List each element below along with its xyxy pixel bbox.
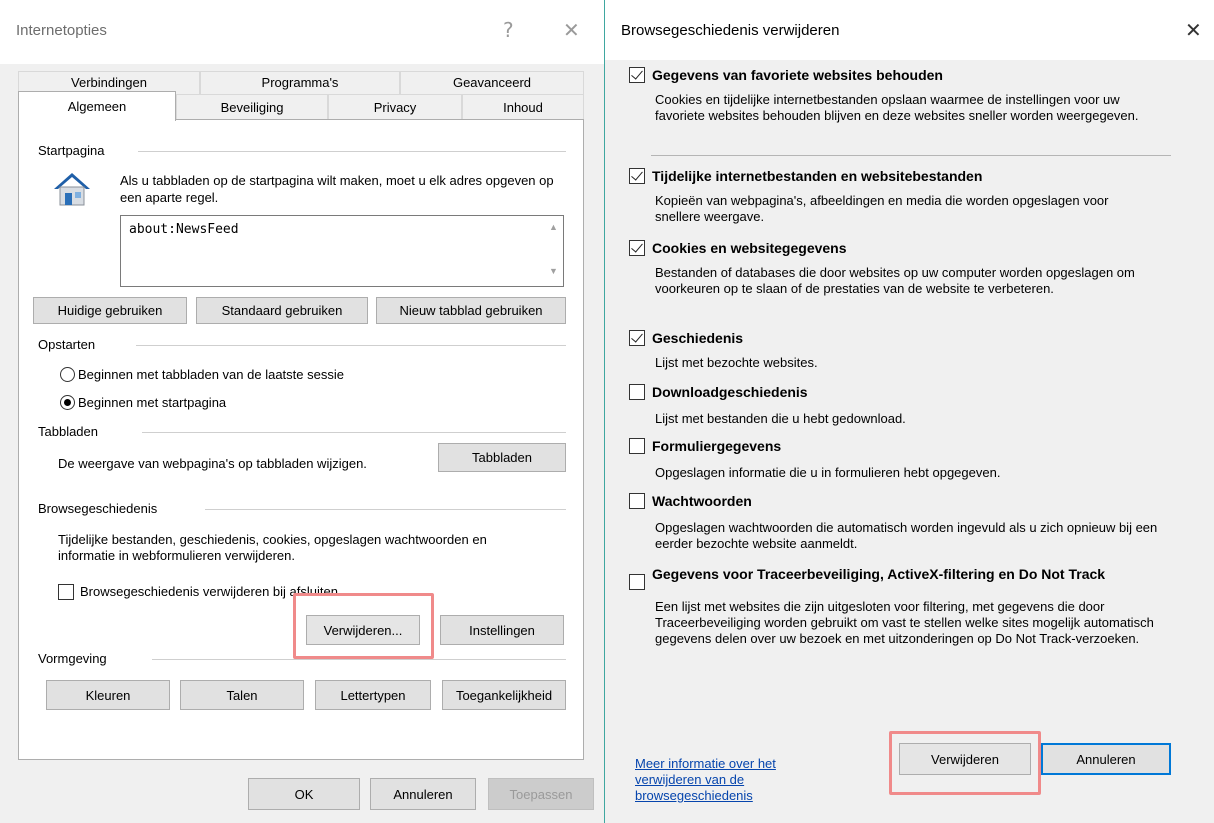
tabs-settings-button[interactable]: Tabbladen (438, 443, 566, 472)
use-new-tab-button[interactable]: Nieuw tabblad gebruiken (376, 297, 566, 324)
temp-files-checkbox[interactable] (629, 168, 645, 184)
divider (152, 659, 566, 660)
tabbladen-heading: Tabbladen (38, 424, 98, 439)
option-title: Formuliergegevens (652, 438, 782, 454)
tab-geavanceerd[interactable]: Geavanceerd (400, 71, 584, 95)
help-button[interactable]: ? (503, 18, 514, 42)
apply-button[interactable]: Toepassen (488, 778, 594, 810)
close-icon[interactable]: ✕ (1185, 18, 1202, 42)
internet-options-dialog: Internetopties ? ✕ Verbindingen Programm… (0, 0, 604, 823)
option-title: Cookies en websitegegevens (652, 240, 847, 256)
colors-button[interactable]: Kleuren (46, 680, 170, 710)
form-data-checkbox[interactable] (629, 438, 645, 454)
option-title: Gegevens van favoriete websites behouden (652, 67, 943, 83)
radio-last-session[interactable] (60, 367, 75, 382)
radio-last-session-label: Beginnen met tabbladen van de laatste se… (78, 367, 344, 382)
scrollbar[interactable]: ▲ ▼ (545, 216, 563, 286)
dialog-title: Browsegeschiedenis verwijderen (621, 22, 840, 39)
option-description: Lijst met bezochte websites. (655, 355, 818, 370)
use-default-button[interactable]: Standaard gebruiken (196, 297, 368, 324)
delete-browsing-history-dialog: Browsegeschiedenis verwijderen ✕ Gegeven… (604, 0, 1214, 823)
title-bar: Browsegeschiedenis verwijderen ✕ (605, 0, 1214, 60)
divider (142, 432, 566, 433)
startpagina-description: Als u tabbladen op de startpagina wilt m… (120, 173, 554, 205)
delete-on-exit-checkbox[interactable] (58, 584, 74, 600)
startpage-url-textarea[interactable]: about:NewsFeed ▲ ▼ (120, 215, 564, 287)
option-description: Opgeslagen wachtwoorden die automatisch … (655, 520, 1158, 551)
option-description: Cookies en tijdelijke internetbestanden … (655, 92, 1139, 123)
startpagina-heading: Startpagina (38, 143, 105, 158)
option-title: Wachtwoorden (652, 493, 752, 509)
ok-button[interactable]: OK (248, 778, 360, 810)
title-bar: Internetopties ? ✕ (0, 0, 604, 64)
delete-button[interactable]: Verwijderen (899, 743, 1031, 775)
browsegeschiedenis-heading: Browsegeschiedenis (38, 501, 158, 516)
option-title: Geschiedenis (652, 330, 744, 346)
divider (138, 151, 566, 152)
use-current-button[interactable]: Huidige gebruiken (33, 297, 187, 324)
tab-inhoud[interactable]: Inhoud (462, 94, 584, 120)
history-settings-button[interactable]: Instellingen (440, 615, 564, 645)
dialog-title: Internetopties (16, 22, 107, 39)
option-description: Een lijst met websites die zijn uitgeslo… (655, 599, 1154, 646)
option-title: Gegevens voor Traceerbeveiliging, Active… (652, 566, 1106, 582)
radio-startpage-label: Beginnen met startpagina (78, 395, 227, 410)
keep-favorites-checkbox[interactable] (629, 67, 645, 83)
tabbladen-description: De weergave van webpagina's op tabbladen… (58, 456, 367, 471)
opstarten-heading: Opstarten (38, 337, 96, 352)
download-history-checkbox[interactable] (629, 384, 645, 400)
tab-programmas[interactable]: Programma's (200, 71, 400, 95)
fonts-button[interactable]: Lettertypen (315, 680, 431, 710)
option-description: Lijst met bestanden die u hebt gedownloa… (655, 411, 906, 426)
radio-startpage[interactable] (60, 395, 75, 410)
option-description: Kopieën van webpagina's, afbeeldingen en… (655, 193, 1109, 224)
cancel-button[interactable]: Annuleren (370, 778, 476, 810)
accessibility-button[interactable]: Toegankelijkheid (442, 680, 566, 710)
more-info-link[interactable]: Meer informatie over het verwijderen van… (635, 756, 835, 804)
scroll-up-icon[interactable]: ▲ (549, 222, 558, 232)
browsegeschiedenis-description: Tijdelijke bestanden, geschiedenis, cook… (58, 532, 487, 563)
delete-on-exit-label: Browsegeschiedenis verwijderen bij afslu… (80, 584, 338, 599)
option-title: Tijdelijke internetbestanden en websiteb… (652, 168, 983, 184)
tab-privacy[interactable]: Privacy (328, 94, 462, 120)
passwords-checkbox[interactable] (629, 493, 645, 509)
divider (205, 509, 566, 510)
delete-history-button[interactable]: Verwijderen... (306, 615, 420, 645)
option-title: Downloadgeschiedenis (652, 384, 808, 400)
languages-button[interactable]: Talen (180, 680, 304, 710)
option-description: Opgeslagen informatie die u in formulier… (655, 465, 1001, 480)
history-checkbox[interactable] (629, 330, 645, 346)
option-description: Bestanden of databases die door websites… (655, 265, 1135, 296)
cancel-button[interactable]: Annuleren (1041, 743, 1171, 775)
tracking-protection-checkbox[interactable] (629, 574, 645, 590)
close-icon[interactable]: ✕ (563, 18, 580, 42)
vormgeving-heading: Vormgeving (38, 651, 107, 666)
tab-algemeen[interactable]: Algemeen (18, 91, 176, 121)
tab-beveiliging[interactable]: Beveiliging (176, 94, 328, 120)
divider (136, 345, 566, 346)
divider (651, 155, 1171, 156)
scroll-down-icon[interactable]: ▼ (549, 266, 558, 276)
home-icon (48, 167, 96, 207)
url-value: about:NewsFeed (129, 222, 239, 237)
cookies-checkbox[interactable] (629, 240, 645, 256)
